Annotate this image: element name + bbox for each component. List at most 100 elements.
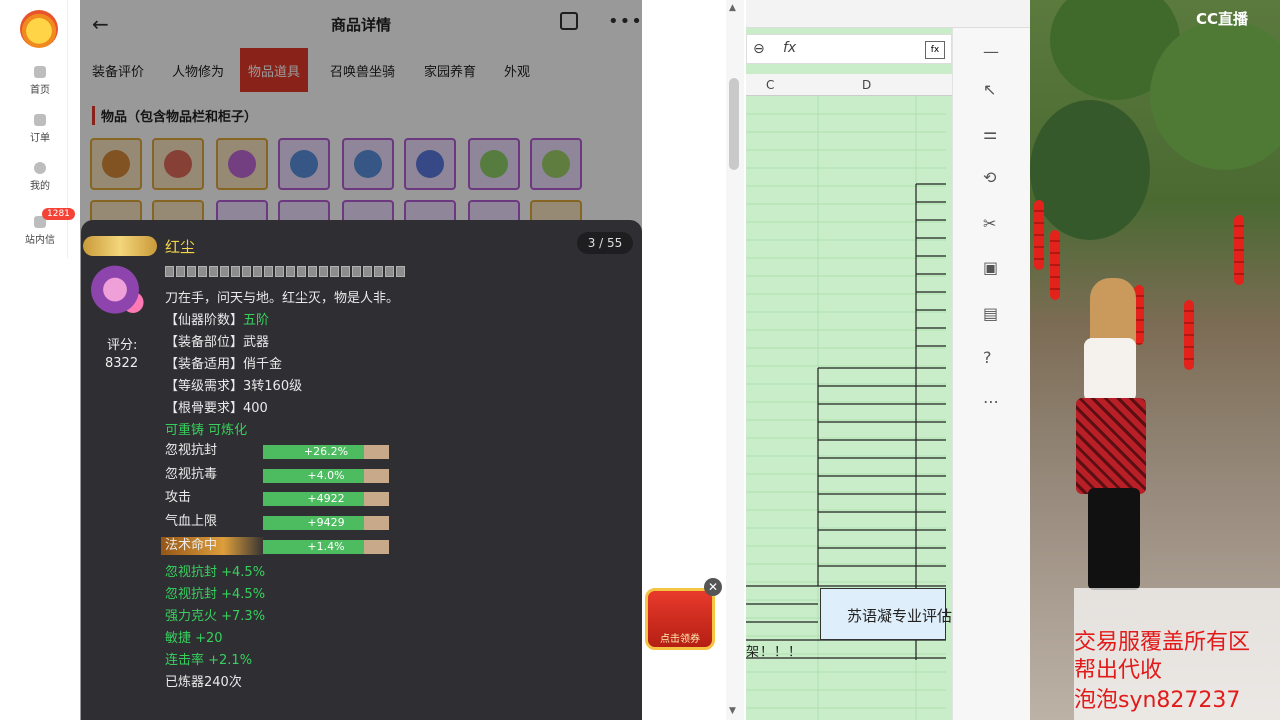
- select-cursor-icon[interactable]: ↖: [983, 80, 996, 99]
- alert-cell-text: 架！！！: [746, 645, 803, 660]
- stat-bar-track: +9429: [263, 516, 389, 530]
- streamer-figure: [1076, 398, 1146, 494]
- stat-bar-track: +4922: [263, 492, 389, 506]
- encoded-glyph: [220, 266, 229, 277]
- nav-orders[interactable]: 订单: [0, 114, 80, 144]
- zoom-icon[interactable]: ⊖: [753, 41, 765, 57]
- foliage: [1030, 100, 1150, 240]
- book-search-icon[interactable]: ▤: [983, 304, 998, 323]
- user-icon: [34, 162, 46, 174]
- minimize-icon[interactable]: —: [983, 42, 999, 61]
- stat-bar-label: 忽视抗封: [165, 443, 218, 458]
- encoded-glyph: [319, 266, 328, 277]
- attr-usable: 【装备适用】俏千金: [165, 357, 283, 372]
- left-nav: 首页 订单 我的 站内信 1281: [0, 0, 80, 720]
- reforge-status: 可重铸 可炼化: [165, 423, 248, 438]
- encoded-glyph: [176, 266, 185, 277]
- cc-live-logo: CC直播: [1196, 10, 1249, 28]
- formula-bar[interactable]: ⊖ fx fx: [746, 34, 952, 64]
- app-logo-icon[interactable]: [20, 10, 58, 48]
- order-icon: [34, 114, 46, 126]
- encoded-glyph: [396, 266, 405, 277]
- encoded-glyph: [330, 266, 339, 277]
- refine-count: 已炼器240次: [165, 675, 242, 690]
- image-icon[interactable]: ▣: [983, 258, 998, 277]
- evaluation-label: 苏语凝专业评估: [847, 607, 953, 625]
- stat-bar-track: +26.2%: [263, 445, 389, 459]
- function-icon[interactable]: fx: [925, 41, 945, 59]
- bonus-stat: 敏捷 +20: [165, 631, 223, 646]
- rotate-icon[interactable]: ⟲: [983, 168, 996, 187]
- lantern: [1184, 300, 1194, 370]
- encoded-glyph: [231, 266, 240, 277]
- stat-bar-label: 法术命中: [165, 538, 218, 553]
- encoded-glyph: [264, 266, 273, 277]
- encoded-glyph: [165, 266, 174, 277]
- help-icon[interactable]: ?: [983, 348, 992, 367]
- message-count-badge: 1281: [42, 208, 75, 220]
- item-avatar-icon: [91, 264, 151, 328]
- side-toolbar: — ↖ ⚌ ⟲ ✂ ▣ ▤ ? ⋯: [952, 28, 1030, 720]
- promo-overlay: 交易服覆盖所有区 帮出代收 泡泡syn827237: [1074, 588, 1280, 720]
- close-icon[interactable]: ✕: [704, 578, 722, 596]
- stat-bar-track: +4.0%: [263, 469, 389, 483]
- foliage: [1150, 20, 1280, 170]
- more-options-icon[interactable]: ⋯: [983, 392, 999, 411]
- encoded-glyph: [352, 266, 361, 277]
- home-icon: [34, 66, 46, 78]
- stat-bar-label: 攻击: [165, 490, 192, 505]
- scrollbar-thumb[interactable]: [729, 78, 739, 170]
- lantern: [1050, 230, 1060, 300]
- coupon-button[interactable]: 点击领券: [645, 588, 715, 650]
- encoded-glyph: [187, 266, 196, 277]
- score-label: 评分:: [107, 338, 138, 353]
- score-value: 8322: [105, 356, 139, 371]
- stat-bar-row: 法术命中 +1.4%: [165, 538, 395, 554]
- encoded-glyph: [286, 266, 295, 277]
- bonus-stat: 忽视抗封 +4.5%: [165, 587, 266, 602]
- attr-slot: 【装备部位】武器: [165, 335, 270, 350]
- encoded-glyph: [253, 266, 262, 277]
- stat-bar-value: +26.2%: [303, 445, 349, 458]
- page-indicator: 3 / 55: [577, 232, 633, 254]
- rarity-tag: [83, 236, 157, 256]
- stat-bar-row: 忽视抗毒 +4.0%: [165, 467, 395, 483]
- stat-bar-value: +9429: [307, 516, 345, 529]
- item-name: 红尘: [165, 238, 196, 256]
- encoded-glyph: [363, 266, 372, 277]
- encoded-glyph: [275, 266, 284, 277]
- attr-bone-req: 【根骨要求】400: [165, 401, 268, 416]
- encoded-text: [165, 266, 405, 277]
- stat-bar-track: +1.4%: [263, 540, 389, 554]
- promo-line: 泡泡syn827237: [1074, 688, 1241, 713]
- scroll-down-icon[interactable]: ▼: [729, 706, 736, 716]
- stat-bar-row: 气血上限 +9429: [165, 514, 395, 530]
- evaluation-label-cell[interactable]: 苏语凝专业评估: [820, 588, 952, 640]
- encoded-glyph: [374, 266, 383, 277]
- ribbon-toolbar: [746, 0, 1030, 28]
- column-label-c[interactable]: C: [766, 78, 774, 92]
- nav-mine[interactable]: 我的: [0, 162, 80, 192]
- scroll-up-icon[interactable]: ▲: [729, 3, 736, 13]
- stat-bar-label: 气血上限: [165, 514, 218, 529]
- attr-level-req: 【等级需求】3转160级: [165, 379, 303, 394]
- bonus-stat: 强力克火 +7.3%: [165, 609, 266, 624]
- stat-bar-value: +1.4%: [307, 540, 345, 553]
- encoded-glyph: [242, 266, 251, 277]
- bonus-stat: 忽视抗封 +4.5%: [165, 565, 266, 580]
- item-tooltip: 红尘 3 / 55 评分: 8322 刀在手，问天与地。红尘灭，物是人非。 【仙…: [81, 220, 642, 720]
- column-label-d[interactable]: D: [862, 78, 871, 92]
- tools-icon[interactable]: ✂: [983, 214, 996, 233]
- coupon-label: 点击领券: [660, 634, 700, 645]
- streamer-figure: [1084, 338, 1136, 402]
- stat-bar-row: 攻击 +4922: [165, 490, 395, 506]
- encoded-glyph: [308, 266, 317, 277]
- nav-home[interactable]: 首页: [0, 66, 80, 96]
- lantern: [1034, 200, 1044, 270]
- encoded-glyph: [209, 266, 218, 277]
- encoded-glyph: [297, 266, 306, 277]
- adjust-icon[interactable]: ⚌: [983, 124, 997, 143]
- item-description: 刀在手，问天与地。红尘灭，物是人非。: [165, 291, 400, 306]
- encoded-glyph: [198, 266, 207, 277]
- nav-messages[interactable]: 站内信: [0, 216, 80, 246]
